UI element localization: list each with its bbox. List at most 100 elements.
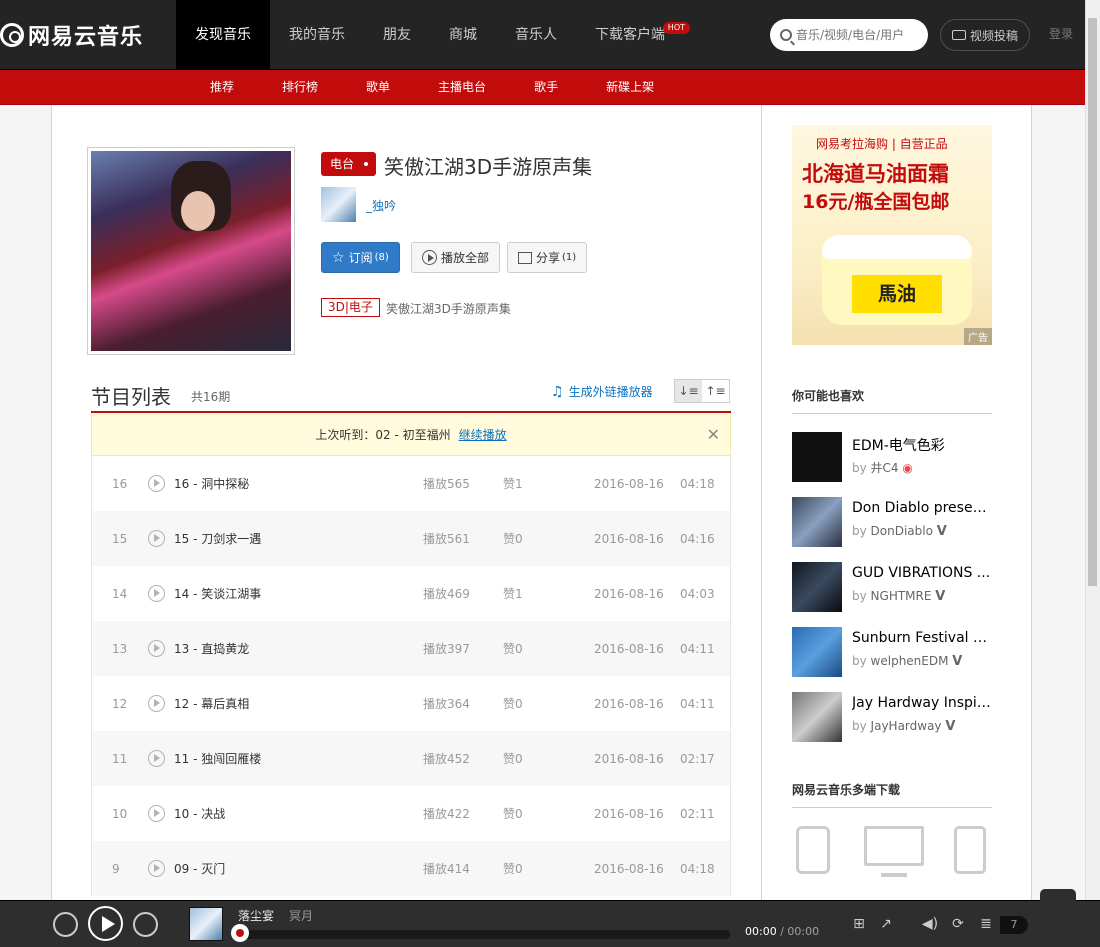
- recommend-title: 你可能也喜欢: [792, 387, 992, 414]
- creator-name[interactable]: _独吟: [366, 197, 396, 214]
- play-icon[interactable]: [148, 475, 165, 492]
- search-input[interactable]: [796, 28, 916, 42]
- table-row[interactable]: 16 16 - 洞中探秘 播放565 赞1 2016-08-16 04:18: [92, 456, 730, 511]
- program-count: 共16期: [191, 390, 231, 404]
- play-icon[interactable]: [148, 695, 165, 712]
- reco-cover[interactable]: [792, 627, 842, 677]
- now-playing-artist[interactable]: 冥月: [289, 907, 313, 924]
- category-tag[interactable]: 3D|电子: [321, 298, 380, 317]
- nav-musician[interactable]: 音乐人: [496, 0, 576, 70]
- ad-subline: 16元/瓶全国包邮: [802, 191, 950, 213]
- play-icon[interactable]: [148, 860, 165, 877]
- search-box[interactable]: [770, 19, 928, 51]
- table-row[interactable]: 14 14 - 笑谈江湖事 播放469 赞1 2016-08-16 04:03: [92, 566, 730, 621]
- android-device-icon[interactable]: [954, 826, 986, 874]
- subnav-recommend[interactable]: 推荐: [186, 70, 258, 105]
- play-icon[interactable]: [148, 585, 165, 602]
- table-row[interactable]: 11 11 - 独闯回雁楼 播放452 赞0 2016-08-16 02:17: [92, 731, 730, 786]
- album-title: 笑傲江湖3D手游原声集: [384, 155, 593, 179]
- sort-desc-icon[interactable]: ↓≡: [675, 380, 702, 402]
- nav-my-music[interactable]: 我的音乐: [270, 0, 364, 70]
- share-icon[interactable]: ↗: [877, 915, 895, 933]
- logo-icon: [0, 23, 24, 47]
- now-playing-title[interactable]: 落尘宴: [238, 907, 274, 924]
- nav-friends[interactable]: 朋友: [364, 0, 430, 70]
- table-row[interactable]: 12 12 - 幕后真相 播放364 赞0 2016-08-16 04:11: [92, 676, 730, 731]
- subnav-playlists[interactable]: 歌单: [342, 70, 414, 105]
- reco-cover[interactable]: [792, 562, 842, 612]
- progress-knob[interactable]: [231, 924, 249, 942]
- windows-pc-icon[interactable]: [864, 826, 924, 877]
- reco-cover[interactable]: [792, 692, 842, 742]
- nav-download[interactable]: 下载客户端 HOT: [576, 0, 690, 70]
- sub-nav: 推荐 排行榜 歌单 主播电台 歌手 新碟上架: [0, 70, 1100, 105]
- ad-headline: 北海道马油面霜: [802, 162, 949, 186]
- music-badge-icon: ◉: [902, 461, 913, 475]
- verified-icon: V: [935, 589, 946, 604]
- star-icon: ☆: [332, 249, 345, 266]
- add-to-playlist-icon[interactable]: ⊞: [850, 915, 868, 933]
- play-all-button[interactable]: 播放全部: [411, 242, 501, 273]
- playlist-count[interactable]: 7: [1000, 916, 1028, 934]
- reco-cover[interactable]: [792, 497, 842, 547]
- table-row[interactable]: 10 10 - 决战 播放422 赞0 2016-08-16 02:11: [92, 786, 730, 841]
- subnav-radio[interactable]: 主播电台: [414, 70, 510, 105]
- play-icon[interactable]: [148, 530, 165, 547]
- next-icon[interactable]: [133, 912, 158, 937]
- now-playing-cover[interactable]: [189, 907, 223, 941]
- share-button[interactable]: 分享 (1): [507, 242, 588, 273]
- play-circle-icon: [422, 250, 437, 265]
- nav-store[interactable]: 商城: [430, 0, 496, 70]
- subnav-new-albums[interactable]: 新碟上架: [582, 70, 678, 105]
- ad-tag: 广告: [964, 328, 992, 345]
- column-divider: [761, 105, 762, 900]
- logo[interactable]: 网易云音乐: [0, 18, 143, 52]
- volume-icon[interactable]: ◀): [921, 915, 939, 933]
- apple-device-icon[interactable]: [796, 826, 830, 874]
- hot-badge: HOT: [662, 22, 690, 34]
- repeat-icon[interactable]: ⟳: [949, 915, 967, 933]
- sort-asc-icon[interactable]: ↑≡: [702, 380, 729, 402]
- table-row[interactable]: 15 15 - 刀剑求一遇 播放561 赞0 2016-08-16 04:16: [92, 511, 730, 566]
- reco-cover[interactable]: [792, 432, 842, 482]
- subscribe-button[interactable]: ☆ 订阅 (8): [321, 242, 400, 273]
- music-note-icon: ♫: [551, 383, 564, 400]
- cover-image: [91, 151, 291, 351]
- search-icon: [780, 29, 792, 41]
- subnav-charts[interactable]: 排行榜: [258, 70, 342, 105]
- verified-icon: V: [952, 654, 963, 669]
- program-list-title: 节目列表: [91, 385, 171, 409]
- product-label: 馬油: [852, 275, 942, 313]
- top-bar: 网易云音乐 发现音乐 我的音乐 朋友 商城 音乐人 下载客户端HOT 视频投稿 …: [0, 0, 1100, 70]
- ad-banner[interactable]: 网易考拉海购 | 自营正品 北海道马油面霜 16元/瓶全国包邮 馬油 广告: [792, 125, 992, 345]
- video-upload-button[interactable]: 视频投稿: [940, 19, 1030, 51]
- play-icon[interactable]: [148, 640, 165, 657]
- previous-icon[interactable]: [53, 912, 78, 937]
- list-item[interactable]: Jay Hardway Inspire... by JayHardway V: [792, 692, 992, 742]
- play-icon[interactable]: [148, 750, 165, 767]
- scroll-thumb[interactable]: [1088, 18, 1097, 586]
- list-item[interactable]: Don Diablo presents... by DonDiablo V: [792, 497, 992, 547]
- playlist-icon[interactable]: ≣: [977, 915, 995, 933]
- creator-avatar[interactable]: [321, 187, 356, 222]
- lock-icon[interactable]: [1040, 889, 1076, 903]
- login-link[interactable]: 登录: [1049, 25, 1073, 42]
- verified-icon: V: [936, 524, 947, 539]
- list-item[interactable]: Sunburn Festival 20... by welphenEDM V: [792, 627, 992, 677]
- subnav-artists[interactable]: 歌手: [510, 70, 582, 105]
- close-icon[interactable]: ✕: [707, 425, 720, 444]
- download-title: 网易云音乐多端下载: [792, 781, 992, 808]
- progress-bar[interactable]: [238, 930, 730, 939]
- list-item[interactable]: GUD VIBRATIONS ... by NGHTMRE V: [792, 562, 992, 612]
- play-button[interactable]: [88, 906, 123, 941]
- table-row[interactable]: 9 09 - 灭门 播放414 赞0 2016-08-16 04:18: [92, 841, 730, 896]
- nav-discover[interactable]: 发现音乐: [176, 0, 270, 70]
- resume-link[interactable]: 继续播放: [459, 426, 507, 443]
- sort-toggle: ↓≡ ↑≡: [674, 379, 730, 403]
- program-rows: 16 16 - 洞中探秘 播放565 赞1 2016-08-16 04:18 1…: [91, 456, 731, 896]
- play-icon[interactable]: [148, 805, 165, 822]
- share-icon: [518, 251, 532, 264]
- list-item[interactable]: EDM-电气色彩 by 井C4 ◉: [792, 432, 992, 482]
- gen-player-link[interactable]: ♫ 生成外链播放器: [551, 383, 653, 400]
- table-row[interactable]: 13 13 - 直捣黄龙 播放397 赞0 2016-08-16 04:11: [92, 621, 730, 676]
